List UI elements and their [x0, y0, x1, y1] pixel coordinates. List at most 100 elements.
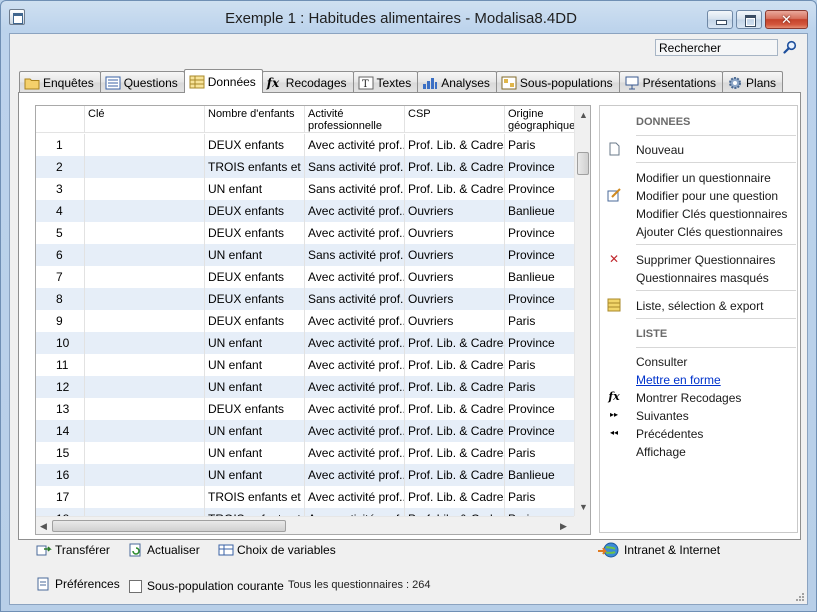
consulter-link[interactable]: Consulter: [636, 355, 687, 369]
precedentes-link[interactable]: Précédentes: [636, 427, 703, 441]
close-button[interactable]: ✕: [765, 10, 808, 29]
questionnaires-masques-link[interactable]: Questionnaires masqués: [636, 271, 769, 285]
nouveau-link[interactable]: Nouveau: [636, 143, 684, 157]
row-number-cell[interactable]: 15: [36, 442, 84, 464]
nombre-enfants-cell[interactable]: UN enfant: [204, 354, 304, 376]
origine-cell[interactable]: Province: [504, 398, 574, 420]
cle-cell[interactable]: [84, 134, 204, 156]
search-icon[interactable]: [783, 40, 797, 54]
horizontal-scroll-thumb[interactable]: [52, 520, 286, 532]
nombre-enfants-cell[interactable]: TROIS enfants et ...: [204, 508, 304, 516]
csp-cell[interactable]: Ouvriers: [404, 244, 504, 266]
cle-cell[interactable]: [84, 398, 204, 420]
modifier-question-link[interactable]: Modifier pour une question: [636, 189, 778, 203]
activite-cell[interactable]: Sans activité prof...: [304, 156, 404, 178]
activite-cell[interactable]: Avec activité prof...: [304, 398, 404, 420]
cle-cell[interactable]: [84, 464, 204, 486]
activite-cell[interactable]: Avec activité prof...: [304, 332, 404, 354]
nombre-enfants-cell[interactable]: TROIS enfants et ...: [204, 156, 304, 178]
row-number-cell[interactable]: 7: [36, 266, 84, 288]
cle-cell[interactable]: [84, 354, 204, 376]
activite-cell[interactable]: Avec activité prof...: [304, 222, 404, 244]
nombre-enfants-cell[interactable]: DEUX enfants: [204, 266, 304, 288]
origine-cell[interactable]: Paris: [504, 354, 574, 376]
origine-header[interactable]: Origine géographique: [504, 106, 574, 133]
cle-cell[interactable]: [84, 244, 204, 266]
cle-cell[interactable]: [84, 288, 204, 310]
row-number-cell[interactable]: 9: [36, 310, 84, 332]
modifier-questionnaire-link[interactable]: Modifier un questionnaire: [636, 171, 771, 185]
nombre-enfants-cell[interactable]: DEUX enfants: [204, 134, 304, 156]
sous-population-checkbox-group[interactable]: Sous-population courante: [129, 579, 284, 593]
title-bar[interactable]: Exemple 1 : Habitudes alimentaires - Mod…: [1, 1, 816, 33]
tab-donnees[interactable]: Données: [183, 69, 263, 93]
tab-plans[interactable]: Plans: [722, 71, 784, 93]
origine-cell[interactable]: Province: [504, 288, 574, 310]
table-row[interactable]: 16 UN enfant Avec activité prof... Prof. Li…: [36, 464, 574, 486]
csp-cell[interactable]: Ouvriers: [404, 288, 504, 310]
affichage-link[interactable]: Affichage: [636, 445, 686, 459]
origine-cell[interactable]: Province: [504, 178, 574, 200]
intranet-internet-button[interactable]: Intranet & Internet: [597, 542, 720, 558]
csp-cell[interactable]: Prof. Lib. & Cadres...: [404, 508, 504, 516]
csp-cell[interactable]: Prof. Lib. & Cadres...: [404, 156, 504, 178]
nombre-enfants-cell[interactable]: UN enfant: [204, 376, 304, 398]
origine-cell[interactable]: Province: [504, 222, 574, 244]
row-number-cell[interactable]: 4: [36, 200, 84, 222]
cle-cell[interactable]: [84, 376, 204, 398]
origine-cell[interactable]: Paris: [504, 508, 574, 516]
row-number-cell[interactable]: 18: [36, 508, 84, 516]
nombre-enfants-cell[interactable]: UN enfant: [204, 464, 304, 486]
tab-questions[interactable]: Questions: [99, 71, 185, 93]
transferer-button[interactable]: Transférer: [36, 543, 110, 557]
csp-header[interactable]: CSP: [404, 106, 504, 133]
activite-cell[interactable]: Sans activité prof...: [304, 288, 404, 310]
cle-cell[interactable]: [84, 310, 204, 332]
tab-analyses[interactable]: Analyses: [417, 71, 497, 93]
scroll-down-arrow-icon[interactable]: ▼: [579, 502, 588, 512]
search-input[interactable]: [655, 39, 778, 56]
cle-cell[interactable]: [84, 222, 204, 244]
cle-cell[interactable]: [84, 178, 204, 200]
origine-cell[interactable]: Province: [504, 420, 574, 442]
csp-cell[interactable]: Ouvriers: [404, 310, 504, 332]
choix-variables-button[interactable]: Choix de variables: [218, 543, 336, 557]
nombre-enfants-header[interactable]: Nombre d'enfants: [204, 106, 304, 133]
cle-cell[interactable]: [84, 420, 204, 442]
mettre-en-forme-link[interactable]: Mettre en forme: [636, 373, 721, 387]
ajouter-cles-link[interactable]: Ajouter Clés questionnaires: [636, 225, 783, 239]
table-row[interactable]: 1 DEUX enfants Avec activité prof... Prof. …: [36, 134, 574, 156]
origine-cell[interactable]: Paris: [504, 376, 574, 398]
activite-cell[interactable]: Avec activité prof...: [304, 266, 404, 288]
csp-cell[interactable]: Ouvriers: [404, 222, 504, 244]
activite-cell[interactable]: Avec activité prof...: [304, 310, 404, 332]
row-number-cell[interactable]: 13: [36, 398, 84, 420]
vertical-scroll-thumb[interactable]: [577, 152, 589, 175]
liste-selection-export-link[interactable]: Liste, sélection & export: [636, 299, 763, 313]
table-row[interactable]: 17 TROIS enfants et ... Avec activité prof…: [36, 486, 574, 508]
activite-cell[interactable]: Avec activité prof...: [304, 200, 404, 222]
activite-cell[interactable]: Sans activité prof...: [304, 178, 404, 200]
nombre-enfants-cell[interactable]: UN enfant: [204, 420, 304, 442]
row-number-cell[interactable]: 8: [36, 288, 84, 310]
nombre-enfants-cell[interactable]: UN enfant: [204, 332, 304, 354]
origine-cell[interactable]: Paris: [504, 442, 574, 464]
cle-cell[interactable]: [84, 200, 204, 222]
nombre-enfants-cell[interactable]: DEUX enfants: [204, 200, 304, 222]
csp-cell[interactable]: Prof. Lib. & Cadres...: [404, 376, 504, 398]
row-number-cell[interactable]: 11: [36, 354, 84, 376]
csp-cell[interactable]: Prof. Lib. & Cadres...: [404, 420, 504, 442]
nombre-enfants-cell[interactable]: DEUX enfants: [204, 222, 304, 244]
tab-presentations[interactable]: Présentations: [618, 71, 724, 93]
tab-recodages[interactable]: fx Recodages: [261, 71, 354, 93]
scroll-up-arrow-icon[interactable]: ▲: [579, 110, 588, 120]
csp-cell[interactable]: Prof. Lib. & Cadres...: [404, 178, 504, 200]
csp-cell[interactable]: Prof. Lib. & Cadres...: [404, 354, 504, 376]
tab-sous-populations[interactable]: Sous-populations: [495, 71, 620, 93]
csp-cell[interactable]: Prof. Lib. & Cadres...: [404, 398, 504, 420]
actualiser-button[interactable]: Actualiser: [128, 543, 200, 557]
table-row[interactable]: 7 DEUX enfants Avec activité prof... Ouvrie…: [36, 266, 574, 288]
table-row[interactable]: 11 UN enfant Avec activité prof... Prof. Li…: [36, 354, 574, 376]
table-row[interactable]: 2 TROIS enfants et ... Sans activité prof.…: [36, 156, 574, 178]
row-number-cell[interactable]: 17: [36, 486, 84, 508]
